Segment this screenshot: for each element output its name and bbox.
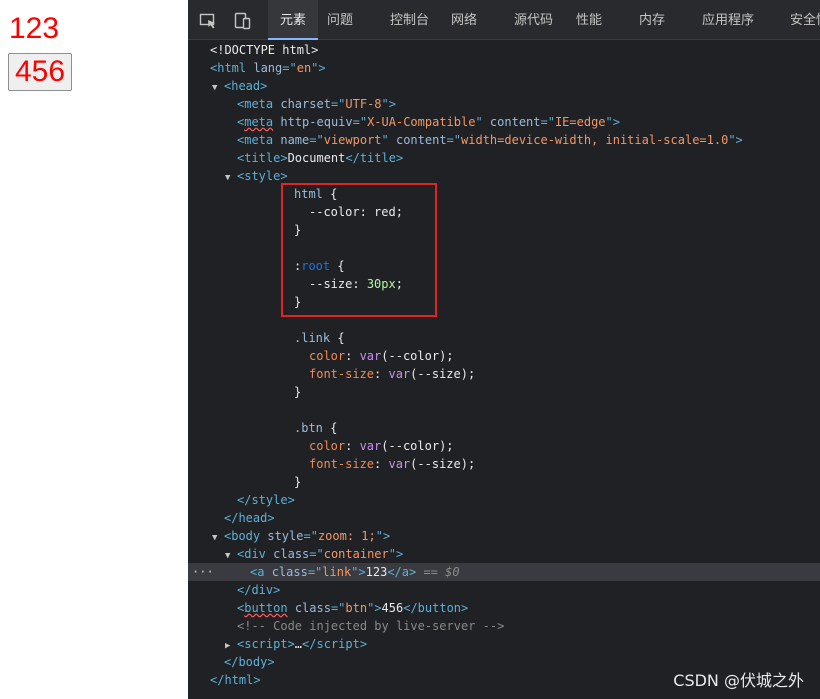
script-line[interactable]: ▶ <script>…</script>: [188, 635, 820, 653]
page-preview: 123 456: [0, 0, 188, 699]
device-toolbar-icon[interactable]: [234, 12, 252, 30]
css-close-brace: }: [294, 385, 302, 399]
tab-issues[interactable]: 问题: [327, 0, 353, 39]
more-dots-icon[interactable]: ···: [192, 563, 214, 581]
inspect-element-icon[interactable]: [199, 12, 217, 30]
tab-performance[interactable]: 性能: [576, 0, 602, 39]
title-line[interactable]: <title>Document</title>: [188, 149, 820, 167]
tab-elements[interactable]: 元素: [268, 0, 318, 40]
body-open-line[interactable]: ▼ <body style="zoom: 1;">: [188, 527, 820, 545]
button-line[interactable]: <button class="btn">456</button>: [188, 599, 820, 617]
css-link-color[interactable]: color: var(--color);: [188, 347, 820, 365]
tab-sources[interactable]: 源代码: [514, 0, 553, 39]
css-link-font-size[interactable]: font-size: var(--size);: [188, 365, 820, 383]
devtools-panel: 元素 问题 控制台 网络 源代码 性能 内存 应用程序 安全性 <!DOCTYP…: [188, 0, 820, 699]
meta-http-equiv-line[interactable]: <meta http-equiv="X-UA-Compatible" conte…: [188, 113, 820, 131]
link-123[interactable]: 123: [9, 12, 59, 46]
meta-charset-line[interactable]: <meta charset="UTF-8">: [188, 95, 820, 113]
tab-memory[interactable]: 内存: [639, 0, 665, 39]
html-open-line[interactable]: <html lang="en">: [188, 59, 820, 77]
css-btn-color[interactable]: color: var(--color);: [188, 437, 820, 455]
doctype-line[interactable]: <!DOCTYPE html>: [188, 41, 820, 59]
annotation-highlight-box: [281, 183, 437, 317]
tab-network[interactable]: 网络: [451, 0, 477, 39]
meta-viewport-line[interactable]: <meta name="viewport" content="width=dev…: [188, 131, 820, 149]
tab-application[interactable]: 应用程序: [702, 0, 754, 39]
comment-line[interactable]: <!-- Code injected by live-server -->: [188, 617, 820, 635]
div-container-line[interactable]: ▼ <div class="container">: [188, 545, 820, 563]
watermark: CSDN @伏城之外: [673, 671, 804, 690]
css-btn-selector[interactable]: .btn {: [188, 419, 820, 437]
css-btn-font-size[interactable]: font-size: var(--size);: [188, 455, 820, 473]
tab-console[interactable]: 控制台: [390, 0, 429, 39]
style-close-line[interactable]: </style>: [188, 491, 820, 509]
elements-tree: <!DOCTYPE html> <html lang="en"> ▼ <head>…: [188, 40, 820, 699]
button-456[interactable]: 456: [8, 53, 73, 91]
css-link-selector[interactable]: .link {: [188, 329, 820, 347]
tab-security[interactable]: 安全性: [790, 0, 820, 39]
css-close-brace: }: [294, 475, 302, 489]
devtools-toolbar: 元素 问题 控制台 网络 源代码 性能 内存 应用程序 安全性: [188, 0, 820, 40]
head-open-line[interactable]: ▼ <head>: [188, 77, 820, 95]
div-close-line[interactable]: </div>: [188, 581, 820, 599]
a-link-line-selected[interactable]: ··· <a class="link">123</a> == $0: [188, 563, 820, 581]
head-close-line[interactable]: </head>: [188, 509, 820, 527]
